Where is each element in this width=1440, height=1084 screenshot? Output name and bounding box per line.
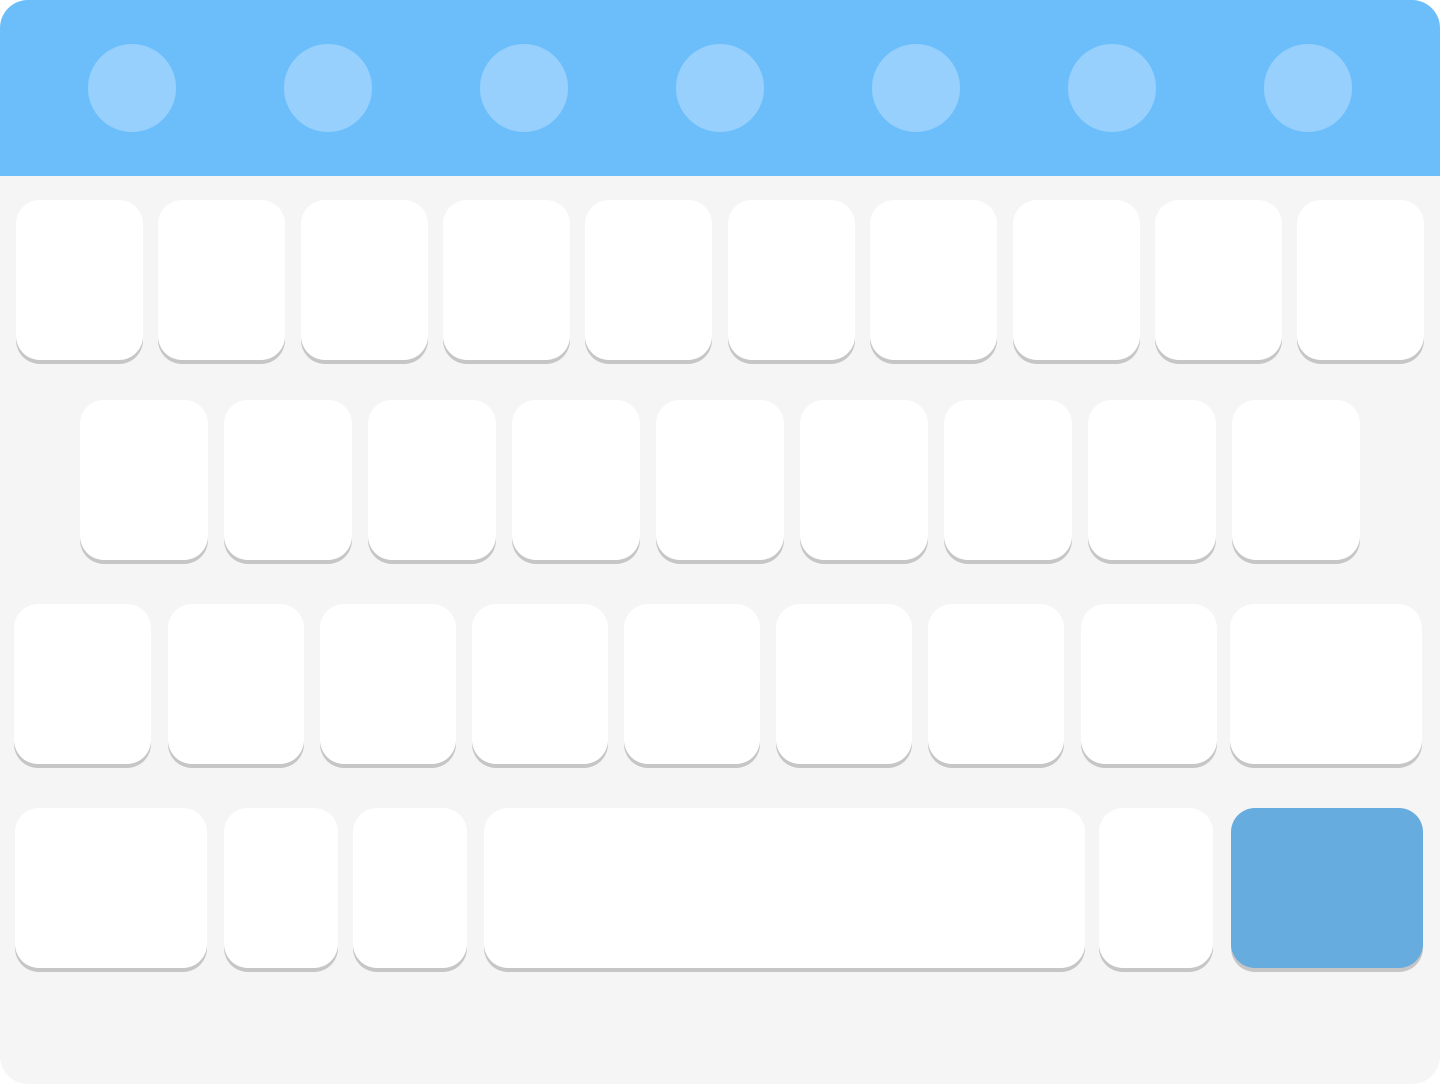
key-row4-small-2[interactable] — [353, 808, 467, 968]
on-screen-keyboard — [0, 0, 1440, 1084]
key-row1-7[interactable] — [870, 200, 997, 360]
key-row3-6[interactable] — [776, 604, 912, 764]
key-row2-2[interactable] — [224, 400, 352, 560]
key-row2-5[interactable] — [656, 400, 784, 560]
suggestion-dot-icon[interactable] — [1264, 44, 1352, 132]
key-row4-small-3[interactable] — [1099, 808, 1213, 968]
action-key[interactable] — [1231, 808, 1423, 968]
key-row1-6[interactable] — [728, 200, 855, 360]
modifier-key[interactable] — [15, 808, 207, 968]
suggestion-dot-icon[interactable] — [676, 44, 764, 132]
suggestion-dot-icon[interactable] — [284, 44, 372, 132]
key-row2-8[interactable] — [1088, 400, 1216, 560]
key-row3-7[interactable] — [928, 604, 1064, 764]
suggestion-dot-icon[interactable] — [88, 44, 176, 132]
suggestion-bar — [0, 0, 1440, 176]
key-row1-8[interactable] — [1013, 200, 1140, 360]
space-key[interactable] — [484, 808, 1085, 968]
key-row2-3[interactable] — [368, 400, 496, 560]
backspace-key[interactable] — [1230, 604, 1422, 764]
key-row2-1[interactable] — [80, 400, 208, 560]
key-row2-9[interactable] — [1232, 400, 1360, 560]
key-row3-1[interactable] — [14, 604, 151, 764]
key-row1-4[interactable] — [443, 200, 570, 360]
key-row2-6[interactable] — [800, 400, 928, 560]
key-row1-1[interactable] — [16, 200, 143, 360]
key-row1-3[interactable] — [301, 200, 428, 360]
key-row3-2[interactable] — [168, 604, 304, 764]
suggestion-dot-icon[interactable] — [872, 44, 960, 132]
key-row4-small-1[interactable] — [224, 808, 338, 968]
key-row3-8[interactable] — [1081, 604, 1217, 764]
key-row1-10[interactable] — [1297, 200, 1424, 360]
key-row3-4[interactable] — [472, 604, 608, 764]
key-row2-7[interactable] — [944, 400, 1072, 560]
suggestion-dot-icon[interactable] — [1068, 44, 1156, 132]
key-row3-5[interactable] — [624, 604, 760, 764]
key-row1-5[interactable] — [585, 200, 712, 360]
suggestion-dot-icon[interactable] — [480, 44, 568, 132]
key-row1-9[interactable] — [1155, 200, 1282, 360]
key-row1-2[interactable] — [158, 200, 285, 360]
key-row3-3[interactable] — [320, 604, 456, 764]
key-row2-4[interactable] — [512, 400, 640, 560]
